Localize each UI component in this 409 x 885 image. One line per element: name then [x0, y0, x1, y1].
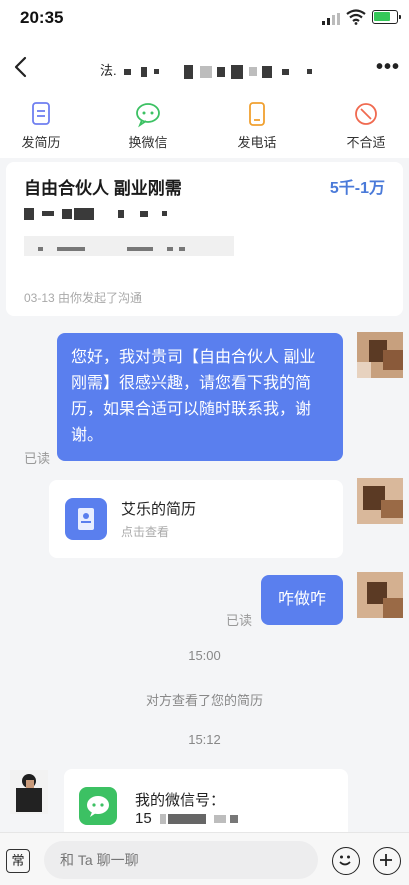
input-bar: 常: [0, 832, 409, 885]
wechat-icon: [79, 787, 117, 825]
read-status: 已读: [226, 613, 253, 628]
my-avatar[interactable]: [357, 332, 403, 378]
back-icon[interactable]: [8, 52, 36, 82]
signal-icon: [322, 13, 340, 25]
read-status: 已读: [24, 451, 51, 466]
blurred-detail-line: [24, 236, 234, 256]
my-avatar[interactable]: [357, 572, 403, 618]
message-input[interactable]: [44, 841, 318, 879]
message-bubble-short: 咋做咋: [261, 575, 343, 625]
contact-avatar[interactable]: [10, 770, 48, 814]
contact-title: 法.: [100, 60, 320, 84]
job-title: 自由合伙人 副业刚需: [24, 179, 182, 198]
send-resume-label: 发简历: [21, 135, 61, 150]
timestamp: 15:12: [188, 732, 221, 747]
job-salary: 5千-1万: [329, 180, 385, 197]
common-phrases-button[interactable]: 常: [6, 849, 30, 873]
message-bubble-greeting: 您好，我对贵司【自由合伙人 副业刚需】很感兴趣，请您看下我的简历，如果合适可以随…: [57, 333, 343, 461]
timestamp: 15:00: [188, 648, 221, 663]
exchange-wechat-label: 换微信: [128, 135, 168, 150]
chat-start-info: 03-13 由你发起了沟通: [24, 291, 143, 305]
my-avatar[interactable]: [357, 478, 403, 524]
send-phone-label: 发电话: [237, 135, 277, 150]
system-notice: 对方查看了您的简历: [145, 693, 263, 708]
contact-name-prefix: 法.: [100, 63, 117, 78]
status-time: 20:35: [20, 8, 64, 27]
battery-icon: [372, 10, 401, 24]
resume-card[interactable]: 艾乐的简历 点击查看: [49, 480, 343, 558]
resume-view-hint: 点击查看: [121, 525, 170, 539]
send-phone-button[interactable]: 发电话: [217, 100, 297, 151]
not-suitable-label: 不合适: [346, 135, 386, 150]
not-suitable-button[interactable]: 不合适: [326, 100, 406, 151]
plus-icon[interactable]: [373, 847, 401, 875]
exchange-wechat-button[interactable]: 换微信: [108, 100, 188, 151]
resume-title: 艾乐的简历: [121, 501, 197, 518]
resume-icon: [27, 100, 55, 128]
wechat-id-label: 我的微信号：: [135, 792, 226, 809]
phone-icon: [243, 100, 271, 128]
wifi-icon: [346, 9, 366, 25]
wechat-icon: [134, 100, 162, 128]
emoji-icon[interactable]: [332, 847, 360, 875]
wechat-id-value: 15: [135, 810, 238, 827]
send-resume-button[interactable]: 发简历: [1, 100, 81, 151]
not-suitable-icon: [352, 100, 380, 128]
more-icon[interactable]: •••: [376, 56, 400, 79]
job-card[interactable]: 自由合伙人 副业刚需 5千-1万 03-13 由你发起了沟通: [6, 162, 403, 316]
document-icon: [65, 498, 107, 540]
wechat-card[interactable]: 我的微信号： 15: [64, 769, 348, 839]
blurred-company-line: [24, 205, 254, 220]
wechat-id-prefix: 15: [135, 810, 152, 827]
